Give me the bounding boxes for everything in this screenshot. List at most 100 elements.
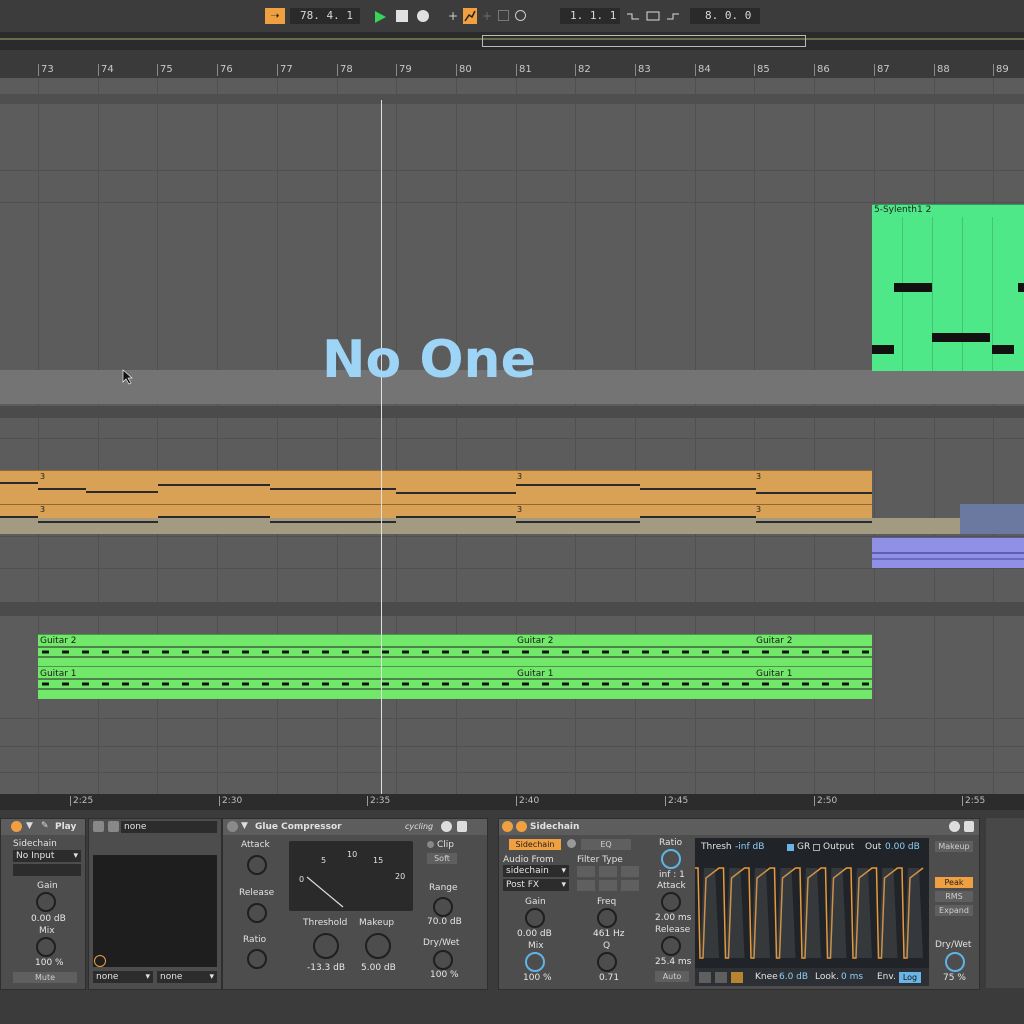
mix-knob[interactable] <box>525 952 545 972</box>
xy-pad[interactable] <box>93 855 217 967</box>
expand-button[interactable]: Expand <box>935 905 973 916</box>
bar-number: 89 <box>996 64 1009 75</box>
y-mapping-select[interactable]: none ▾ <box>157 971 217 983</box>
sidechain-toggle-button[interactable]: Sidechain <box>509 839 561 850</box>
xy-handle[interactable] <box>94 955 106 967</box>
metronome-button[interactable] <box>515 10 526 21</box>
automation-arm-button[interactable] <box>463 8 477 24</box>
device-on-button[interactable] <box>11 821 22 832</box>
release-knob[interactable] <box>247 903 267 923</box>
power-icon[interactable] <box>93 821 104 832</box>
mute-button[interactable]: Mute <box>13 972 77 983</box>
gr-checkbox[interactable] <box>787 844 794 851</box>
headphones-icon[interactable] <box>567 839 576 848</box>
threshold-knob[interactable] <box>313 933 339 959</box>
input-select-2[interactable] <box>13 864 81 876</box>
record-button[interactable] <box>417 10 429 22</box>
q-knob[interactable] <box>597 952 617 972</box>
attack-knob[interactable] <box>247 855 267 875</box>
mix-value: 100 % <box>35 958 64 968</box>
makeup-knob[interactable] <box>365 933 391 959</box>
play-button[interactable] <box>373 9 387 28</box>
device-drop-area[interactable] <box>986 818 1024 988</box>
time-label: 2:50 <box>817 796 838 806</box>
arrangement-view[interactable]: 5-Sylenth1 2 3 3 3 3 3 3 Guitar 2 Guitar… <box>0 78 1024 794</box>
save-icon[interactable] <box>108 821 119 832</box>
midi-clip-sylenth[interactable]: 5-Sylenth1 2 <box>872 204 1024 371</box>
time-ruler[interactable] <box>0 794 1024 810</box>
hot-swap-icon[interactable] <box>441 821 452 832</box>
clip-toggle[interactable] <box>427 841 434 848</box>
rms-button[interactable]: RMS <box>935 891 973 902</box>
playhead[interactable] <box>381 100 382 794</box>
input-select[interactable]: No Input ▾ <box>13 850 81 862</box>
look-label: Look. <box>815 972 839 982</box>
overview-view-window[interactable] <box>482 35 806 47</box>
save-icon[interactable] <box>457 821 467 832</box>
drywet-knob[interactable] <box>433 950 453 970</box>
view-mode-button-3[interactable] <box>731 972 743 983</box>
ratio-knob[interactable] <box>247 949 267 969</box>
punch-in-button[interactable] <box>626 8 640 24</box>
bar-tick <box>157 64 158 76</box>
stop-button[interactable] <box>396 10 408 22</box>
range-knob[interactable] <box>433 897 453 917</box>
midi-clip-faded-blue[interactable] <box>960 504 1024 534</box>
freq-knob[interactable] <box>597 908 617 928</box>
view-mode-button-2[interactable] <box>715 972 727 983</box>
eq-toggle-button[interactable]: EQ <box>581 839 631 850</box>
audio-from-select[interactable]: sidechain ▾ <box>503 865 569 877</box>
track-separator <box>0 568 1024 569</box>
collapse-icon[interactable] <box>516 821 527 832</box>
peak-button[interactable]: Peak <box>935 877 973 888</box>
track-separator <box>0 536 1024 537</box>
drywet-knob[interactable] <box>945 952 965 972</box>
output-checkbox[interactable] <box>813 844 820 851</box>
makeup-button[interactable]: Makeup <box>935 841 973 852</box>
capture-button[interactable]: + <box>482 8 494 24</box>
filter-lowpass-button[interactable] <box>577 866 595 877</box>
auto-release-button[interactable]: Auto <box>655 971 689 982</box>
filter-highshelf-button[interactable] <box>621 880 639 891</box>
track-separator <box>0 94 1024 104</box>
filter-highpass-button[interactable] <box>621 866 639 877</box>
device-on-button[interactable] <box>227 821 238 832</box>
mouse-cursor-icon <box>122 369 134 389</box>
device-on-button[interactable] <box>502 821 513 832</box>
filter-bandpass-button[interactable] <box>599 866 617 877</box>
session-record-button[interactable] <box>498 10 509 21</box>
view-mode-button-1[interactable] <box>699 972 711 983</box>
collapse-icon[interactable]: ▼ <box>26 821 33 831</box>
compressor-display[interactable]: Thresh -inf dB GR Output Out 0.00 dB Kne… <box>695 838 929 986</box>
ratio-knob[interactable] <box>661 849 681 869</box>
time-tick <box>814 796 815 806</box>
gain-knob[interactable] <box>36 892 56 912</box>
filter-lowshelf-button[interactable] <box>577 880 595 891</box>
filter-notch-button[interactable] <box>599 880 617 891</box>
wrench-icon[interactable]: ✎ <box>41 821 49 831</box>
x-mapping-select[interactable]: none ▾ <box>93 971 153 983</box>
attack-knob[interactable] <box>661 892 681 912</box>
knee-value: 6.0 dB <box>779 972 809 982</box>
follow-button[interactable]: ➝ <box>265 8 285 24</box>
save-icon[interactable] <box>964 821 974 832</box>
chevron-down-icon: ▾ <box>145 972 150 982</box>
beat-time-ruler[interactable] <box>0 50 1024 78</box>
mix-knob[interactable] <box>36 937 56 957</box>
midi-clip-purple[interactable] <box>872 537 1024 568</box>
bar-tick <box>98 64 99 76</box>
env-log-button[interactable]: Log <box>899 972 921 983</box>
punch-out-button[interactable] <box>666 8 680 24</box>
loop-button[interactable] <box>645 8 661 24</box>
post-fx-select[interactable]: Post FX ▾ <box>503 879 569 891</box>
soft-clip-button[interactable]: Soft <box>427 853 457 864</box>
preset-select[interactable]: none <box>121 821 217 833</box>
gain-knob[interactable] <box>525 908 545 928</box>
hot-swap-icon[interactable] <box>949 821 960 832</box>
ratio-value: inf : 1 <box>659 870 685 880</box>
overdub-button[interactable]: + <box>448 8 460 24</box>
gain-reduction-shape <box>725 868 745 958</box>
arrangement-overview[interactable] <box>0 32 1024 50</box>
collapse-icon[interactable]: ▼ <box>241 821 248 831</box>
release-knob[interactable] <box>661 936 681 956</box>
